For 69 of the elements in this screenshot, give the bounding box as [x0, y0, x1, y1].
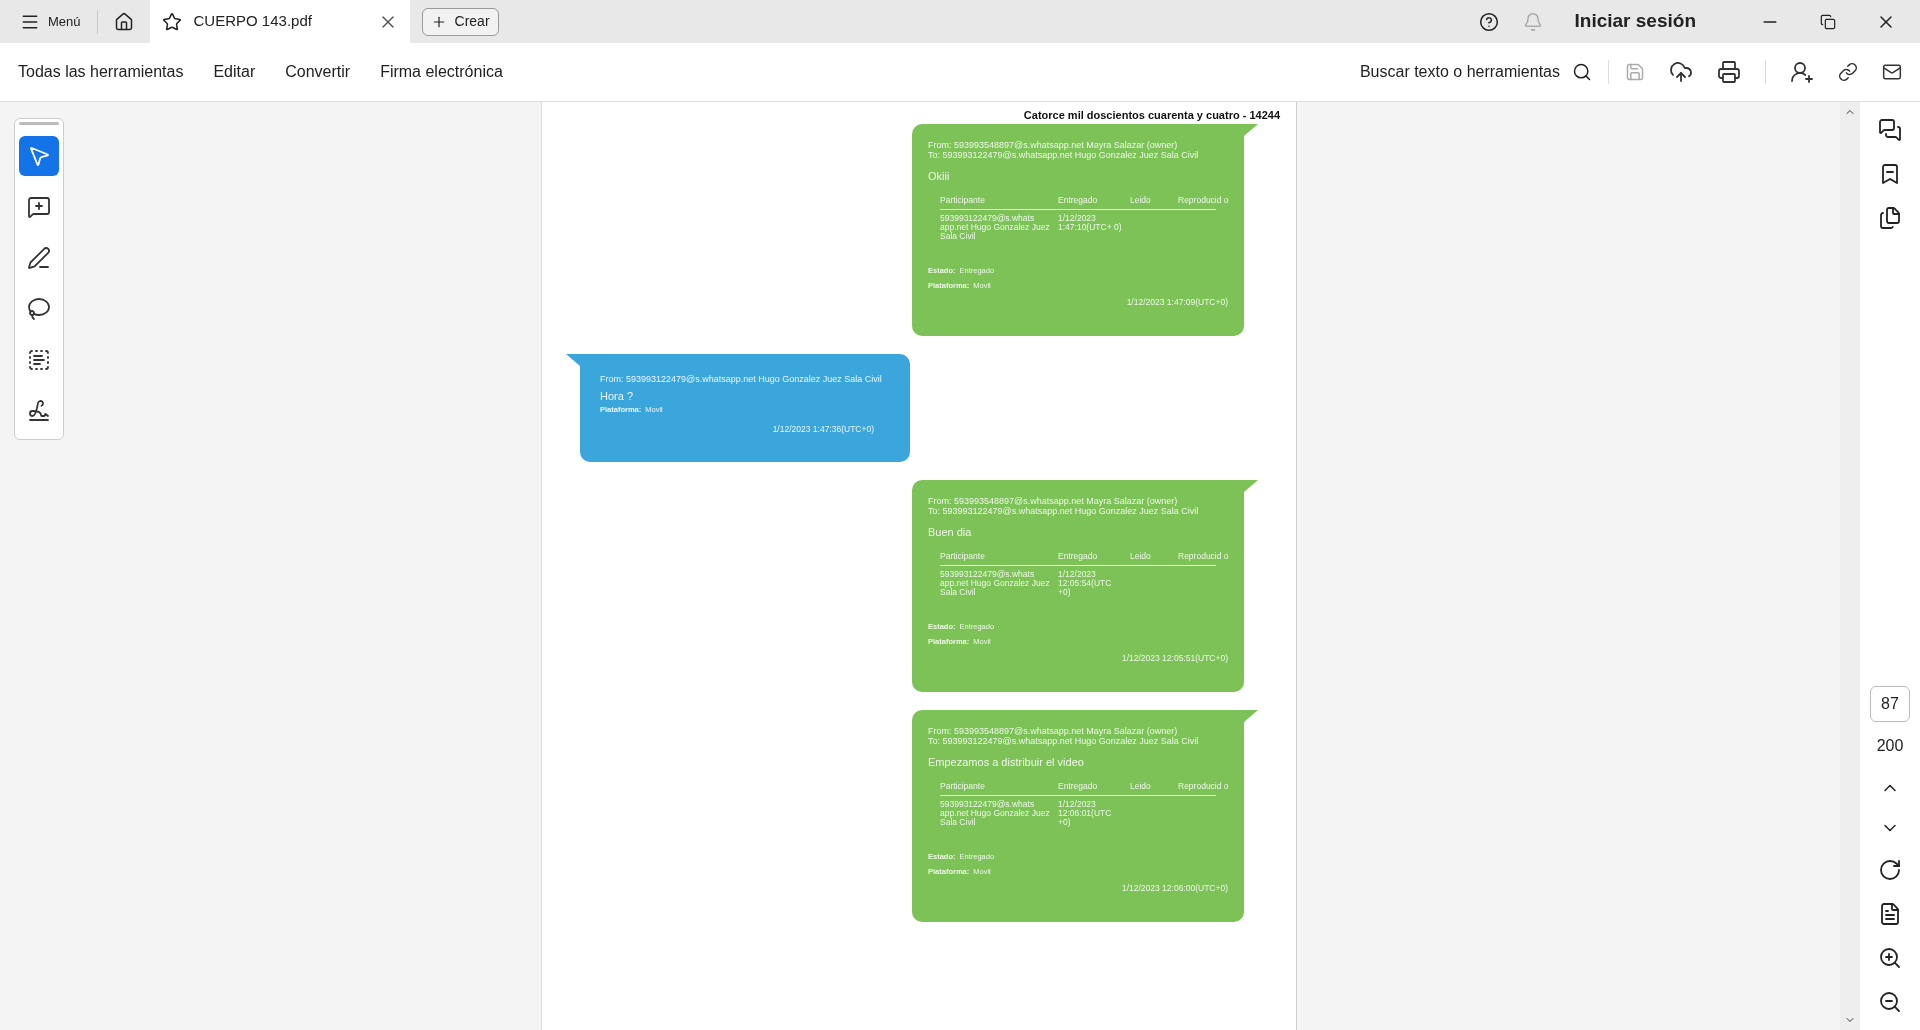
message-text: Hora ?: [600, 388, 635, 404]
toolbar-item[interactable]: Todas las herramientas: [18, 60, 184, 84]
message-timestamp: 1/12/2023 1:47:36(UTC+0): [772, 423, 874, 436]
restore-icon[interactable]: [1820, 13, 1836, 30]
upload-icon[interactable]: [1669, 60, 1693, 84]
column-header: Participante: [940, 196, 986, 205]
scrollbar[interactable]: [1840, 102, 1860, 1030]
zoom-out-icon[interactable]: [1878, 990, 1902, 1014]
sender-line: From: 593993548897@s.whatsapp.net Mayra Salazar (owner): [928, 139, 1179, 150]
page-fit-icon[interactable]: [1878, 902, 1902, 926]
message-timestamp: 1/12/2023 1:47:09(UTC+0): [1126, 295, 1228, 309]
home-icon: [113, 11, 134, 32]
pointer-icon: [27, 144, 51, 168]
column-header: Reproducid o: [1178, 196, 1230, 205]
zoom-in-icon[interactable]: [1878, 946, 1902, 970]
column-header: Leido: [1130, 196, 1152, 205]
column-header: Participante: [940, 782, 986, 791]
sender-line: From: 593993548897@s.whatsapp.net Mayra Salazar (owner): [928, 725, 1179, 736]
table-cell-text: 1/12/2023 1:47:10(UTC+ 0): [1058, 214, 1122, 234]
search-button[interactable]: Buscar texto o herramientas: [1359, 60, 1592, 84]
comments-icon[interactable]: [1878, 118, 1902, 142]
message-timestamp: 1/12/2023 12:05:51(UTC+0): [1121, 651, 1228, 665]
column-header: Leido: [1130, 552, 1152, 561]
message-text: Okiii: [928, 168, 951, 184]
column-header: Entregado: [1058, 552, 1099, 561]
page-number-field[interactable]: 87: [1870, 686, 1910, 722]
user-add-icon[interactable]: [1790, 60, 1814, 84]
pages-icon[interactable]: [1878, 206, 1902, 230]
column-header: Participante: [940, 552, 986, 561]
toolbar-item[interactable]: Editar: [213, 60, 256, 84]
table-cell: 593993122479@s.whats app.net Hugo Gonzalez Juez Sala Civil: [940, 800, 1050, 827]
create-button[interactable]: Crear: [421, 7, 499, 36]
pen-icon: [27, 246, 51, 270]
column-header: Reproducid o: [1178, 552, 1230, 561]
sender-line: From: 593993548897@s.whatsapp.net Mayra Salazar (owner): [928, 495, 1179, 506]
print-icon[interactable]: [1717, 60, 1741, 84]
toolbar-item[interactable]: Convertir: [285, 60, 351, 84]
message-timestamp: 1/12/2023 12:06:00(UTC+0): [1121, 881, 1228, 895]
recipient-line: To: 593993122479@s.whatsapp.net Hugo Gonzalez Juez Sala Civil: [928, 149, 1200, 160]
message-text: Empezamos a distribuir el video: [928, 754, 1085, 770]
signature-icon: [27, 399, 51, 423]
search-icon: [1572, 62, 1592, 82]
sign-in-button[interactable]: Iniciar sesión: [1574, 7, 1696, 36]
mail-icon[interactable]: [1882, 62, 1902, 82]
recipient-line: To: 593993122479@s.whatsapp.net Hugo Gonzalez Juez Sala Civil: [928, 505, 1200, 516]
lasso-icon: [27, 297, 51, 321]
page-header: Catorce mil doscientos cuarenta y cuatro - 14244: [1023, 108, 1280, 123]
text-select-icon: [27, 348, 51, 372]
document-tab[interactable]: CUERPO 143.pdf: [149, 0, 410, 43]
star-icon[interactable]: [161, 11, 182, 32]
table-cell: 593993122479@s.whats app.net Hugo Gonzalez Juez Sala Civil: [940, 570, 1050, 597]
table-cell-text: 1/12/2023 12:06:01(UTC +0): [1058, 800, 1113, 827]
menu-button[interactable]: Menú: [12, 5, 89, 38]
column-header: Leido: [1130, 782, 1152, 791]
toolbar-item[interactable]: Firma electrónica: [380, 60, 503, 84]
recipient-line: To: 593993122479@s.whatsapp.net Hugo Gonzalez Juez Sala Civil: [928, 735, 1200, 746]
page-total: 200: [1876, 736, 1904, 756]
table-cell: 593993122479@s.whats app.net Hugo Gonzalez Juez Sala Civil: [940, 214, 1050, 241]
column-header: Reproducid o: [1178, 782, 1230, 791]
sender-line: From: 593993122479@s.whatsapp.net Hugo Gonzalez Juez Sala Civil: [600, 373, 883, 384]
table-cell-text: 1/12/2023 12:05:54(UTC +0): [1058, 570, 1113, 597]
column-header: Entregado: [1058, 196, 1099, 205]
column-header: Entregado: [1058, 782, 1099, 791]
help-icon[interactable]: [1478, 11, 1499, 32]
message-text: Buen dia: [928, 524, 973, 540]
link-icon[interactable]: [1838, 62, 1858, 82]
rotate-icon[interactable]: [1878, 858, 1902, 882]
comment-add-icon: [27, 195, 51, 219]
tab-title: CUERPO 143.pdf: [193, 11, 313, 32]
